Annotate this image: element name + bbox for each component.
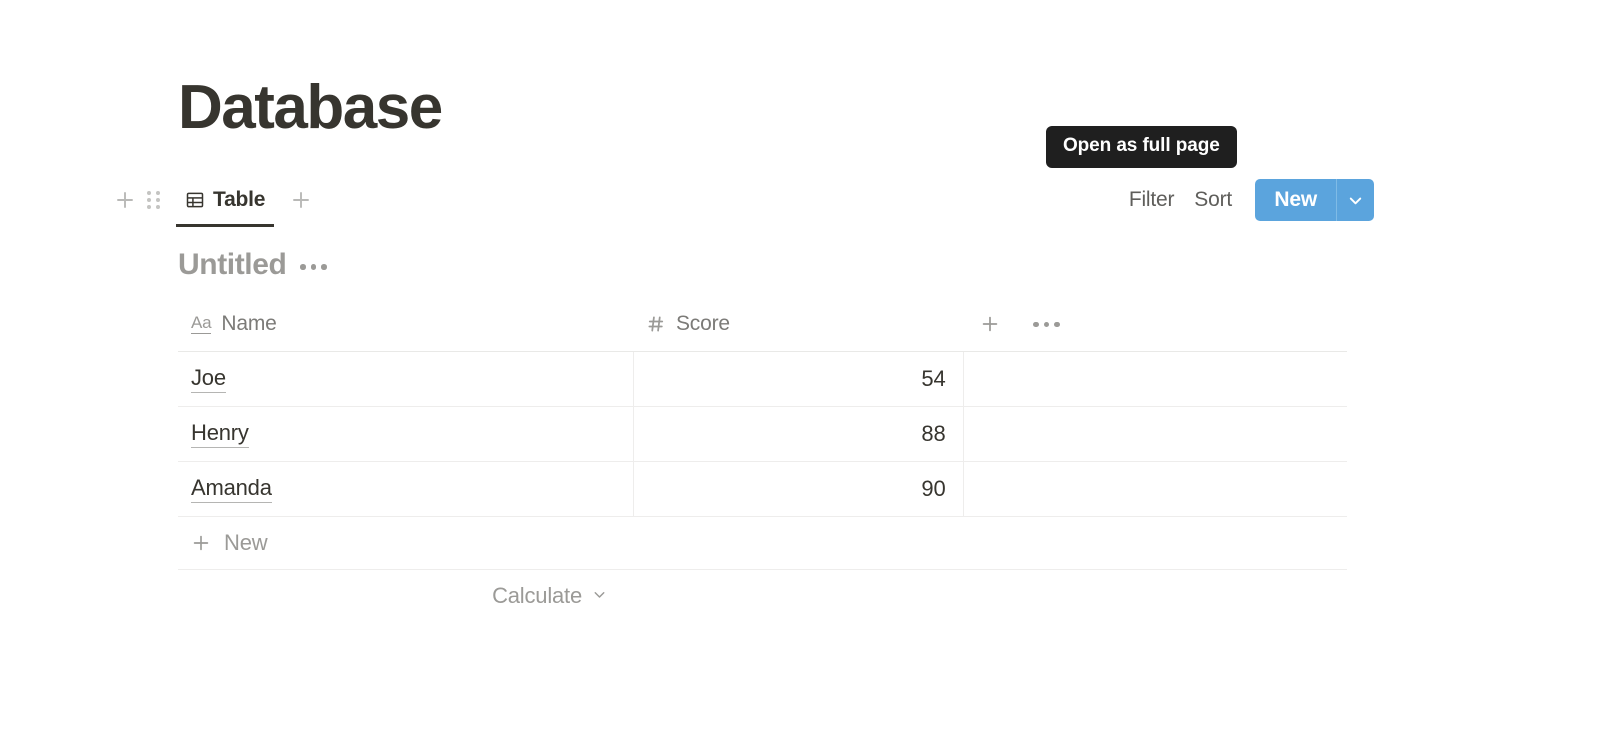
add-row-plus-icon <box>190 532 212 554</box>
drag-handle-icon[interactable] <box>140 185 166 215</box>
view-toolbar: Table Filter Sort New <box>0 175 1600 229</box>
database-title-ellipsis-icon[interactable] <box>300 260 327 270</box>
row-title-link[interactable]: Amanda <box>191 474 272 503</box>
new-row[interactable]: New <box>178 516 1347 570</box>
cell-empty <box>963 351 1347 407</box>
cell-name[interactable]: Henry <box>178 406 634 462</box>
cell-empty <box>963 461 1347 517</box>
new-dropdown-chevron-down-icon[interactable] <box>1336 179 1374 221</box>
cell-score[interactable]: 88 <box>633 406 964 462</box>
cell-name[interactable]: Joe <box>178 351 634 407</box>
cell-score[interactable]: 90 <box>633 461 964 517</box>
view-toolbar-right: Filter Sort New <box>1119 175 1374 225</box>
new-button[interactable]: New <box>1255 179 1336 221</box>
column-header-name-label: Name <box>221 312 277 336</box>
add-view-icon[interactable] <box>110 185 140 215</box>
tab-table[interactable]: Table <box>176 175 275 227</box>
database-title-row: Untitled <box>178 248 1347 282</box>
calculate-cell-empty <box>963 569 1347 623</box>
table-body: Joe 54 Henry 88 Amanda 90 New Calculate <box>178 351 1347 623</box>
database-title[interactable]: Untitled <box>178 248 287 282</box>
table-row[interactable]: Joe 54 <box>178 351 1347 407</box>
row-title-link[interactable]: Joe <box>191 364 226 393</box>
row-score-value: 90 <box>921 475 946 501</box>
filter-button[interactable]: Filter <box>1119 182 1184 218</box>
sort-button[interactable]: Sort <box>1184 182 1242 218</box>
cell-empty <box>963 406 1347 462</box>
database-table: Aa Name Score Joe 54 Henry 88 Amanda 90 … <box>178 298 1347 623</box>
table-icon <box>185 190 205 210</box>
calculate-label: Calculate <box>492 583 582 609</box>
table-row[interactable]: Henry 88 <box>178 406 1347 462</box>
tooltip-open-as-full-page: Open as full page <box>1046 126 1237 168</box>
tab-table-label: Table <box>213 188 266 211</box>
cell-score[interactable]: 54 <box>633 351 964 407</box>
add-tab-icon[interactable] <box>286 185 316 215</box>
database-block: Untitled Aa Name Score Joe 54 Henry 88 A… <box>178 248 1347 623</box>
calculate-cell-score[interactable] <box>633 569 963 623</box>
number-type-icon <box>646 314 666 334</box>
column-header-score-label: Score <box>676 312 730 336</box>
new-button-group: New <box>1255 179 1374 221</box>
column-header-actions <box>963 298 1347 352</box>
column-header-score[interactable]: Score <box>633 298 963 352</box>
row-title-link[interactable]: Henry <box>191 419 249 448</box>
new-row-label: New <box>224 529 268 555</box>
column-header-name[interactable]: Aa Name <box>178 298 633 352</box>
cell-name[interactable]: Amanda <box>178 461 634 517</box>
calculate-cell-name[interactable]: Calculate <box>178 569 633 623</box>
row-score-value: 54 <box>921 365 946 391</box>
new-row-cell[interactable]: New <box>178 516 1347 570</box>
table-header-row: Aa Name Score <box>178 298 1347 352</box>
page-title: Database <box>178 73 443 142</box>
text-type-icon: Aa <box>191 313 212 335</box>
row-score-value: 88 <box>921 420 946 446</box>
add-column-icon[interactable] <box>979 313 1001 335</box>
table-row[interactable]: Amanda 90 <box>178 461 1347 517</box>
notion-database-page: Database Table Filter Sort New Open as f… <box>0 0 1600 753</box>
calculate-row: Calculate <box>178 569 1347 623</box>
table-options-ellipsis-icon[interactable] <box>1033 321 1060 327</box>
view-toolbar-left: Table <box>110 175 316 227</box>
table-header: Aa Name Score <box>178 298 1347 352</box>
calculate-chevron-down-icon <box>591 583 608 609</box>
